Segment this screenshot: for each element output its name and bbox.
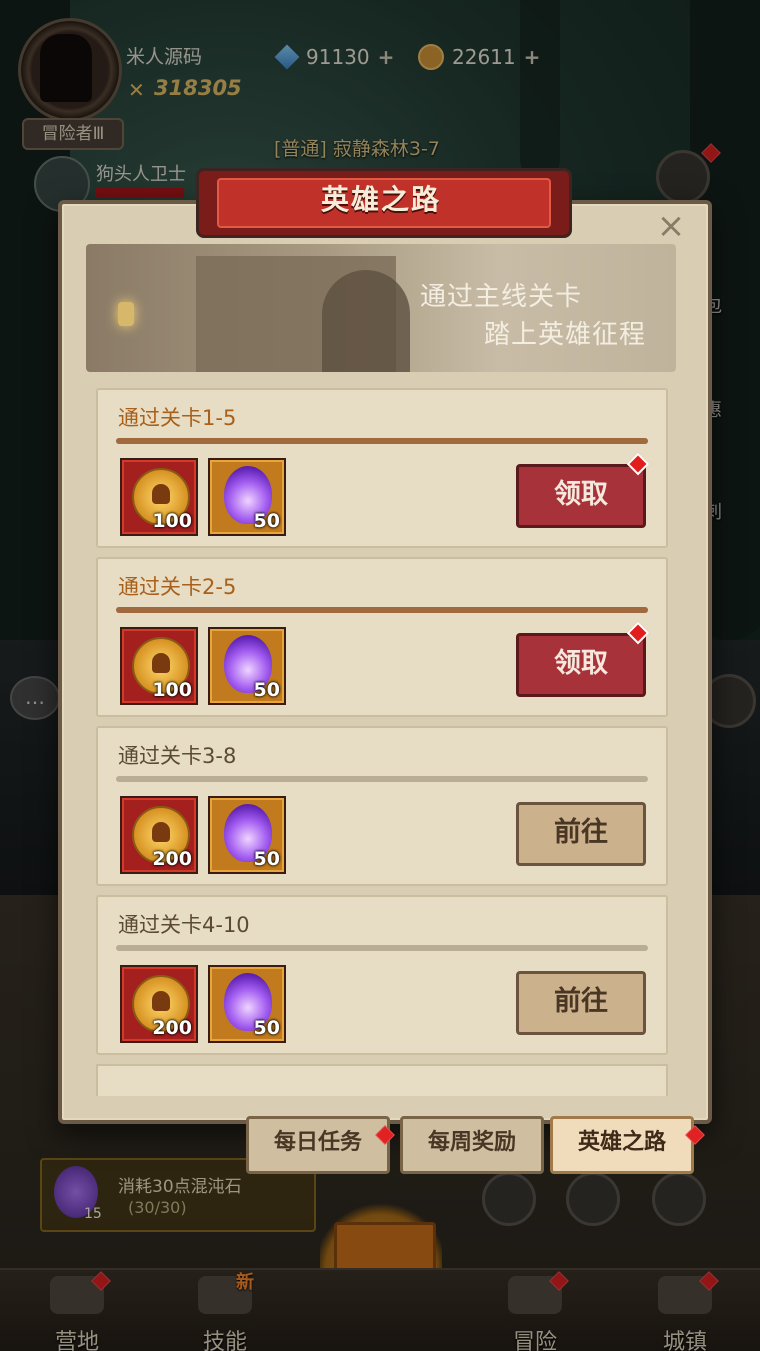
goto-button[interactable]: 前往 [516,802,646,866]
task-progress [116,607,648,613]
task-row: 通过关卡3-8 200 50 前往 [96,726,668,886]
skull-icon [152,484,170,504]
reward-qty: 50 [253,1017,280,1039]
soul-reward[interactable]: 50 [208,627,286,705]
hero-road-banner [86,244,676,372]
reward-qty: 100 [152,510,192,532]
coin-reward[interactable]: 200 [120,965,198,1043]
skull-icon [152,653,170,673]
goto-button[interactable]: 前往 [516,971,646,1035]
task-title: 通过关卡2-5 [118,575,237,599]
tab-daily-tasks[interactable]: 每日任务 [246,1116,390,1174]
task-row: 通过关卡1-5 100 50 领取 [96,388,668,548]
coin-reward[interactable]: 200 [120,796,198,874]
reward-qty: 100 [152,679,192,701]
reward-qty: 50 [253,848,280,870]
soul-reward[interactable]: 50 [208,796,286,874]
dungeon-arch-art [322,270,410,372]
task-progress-fill [116,607,648,613]
task-row-partial [96,1064,668,1096]
task-progress [116,438,648,444]
task-progress [116,945,648,951]
dialog-title: 英雄之路 [320,183,441,216]
reward-qty: 50 [253,510,280,532]
tab-weekly-rewards[interactable]: 每周奖励 [400,1116,544,1174]
reward-qty: 50 [253,679,280,701]
task-title: 通过关卡3-8 [118,744,237,768]
tab-hero-road[interactable]: 英雄之路 [550,1116,694,1174]
close-icon[interactable]: × [656,208,686,244]
task-row: 通过关卡2-5 100 50 领取 [96,557,668,717]
skull-icon [152,991,170,1011]
task-title: 通过关卡1-5 [118,406,237,430]
task-row: 通过关卡4-10 200 50 前往 [96,895,668,1055]
coin-reward[interactable]: 100 [120,627,198,705]
banner-line-2: 踏上英雄征程 [484,320,647,350]
claim-button[interactable]: 领取 [516,464,646,528]
soul-reward[interactable]: 50 [208,458,286,536]
reward-qty: 200 [152,848,192,870]
task-title: 通过关卡4-10 [118,913,250,937]
task-progress [116,776,648,782]
soul-reward[interactable]: 50 [208,965,286,1043]
claim-button[interactable]: 领取 [516,633,646,697]
banner-line-1: 通过主线关卡 [420,282,583,312]
reward-qty: 200 [152,1017,192,1039]
lantern-icon [118,302,134,326]
skull-icon [152,822,170,842]
coin-reward[interactable]: 100 [120,458,198,536]
task-progress-fill [116,438,648,444]
